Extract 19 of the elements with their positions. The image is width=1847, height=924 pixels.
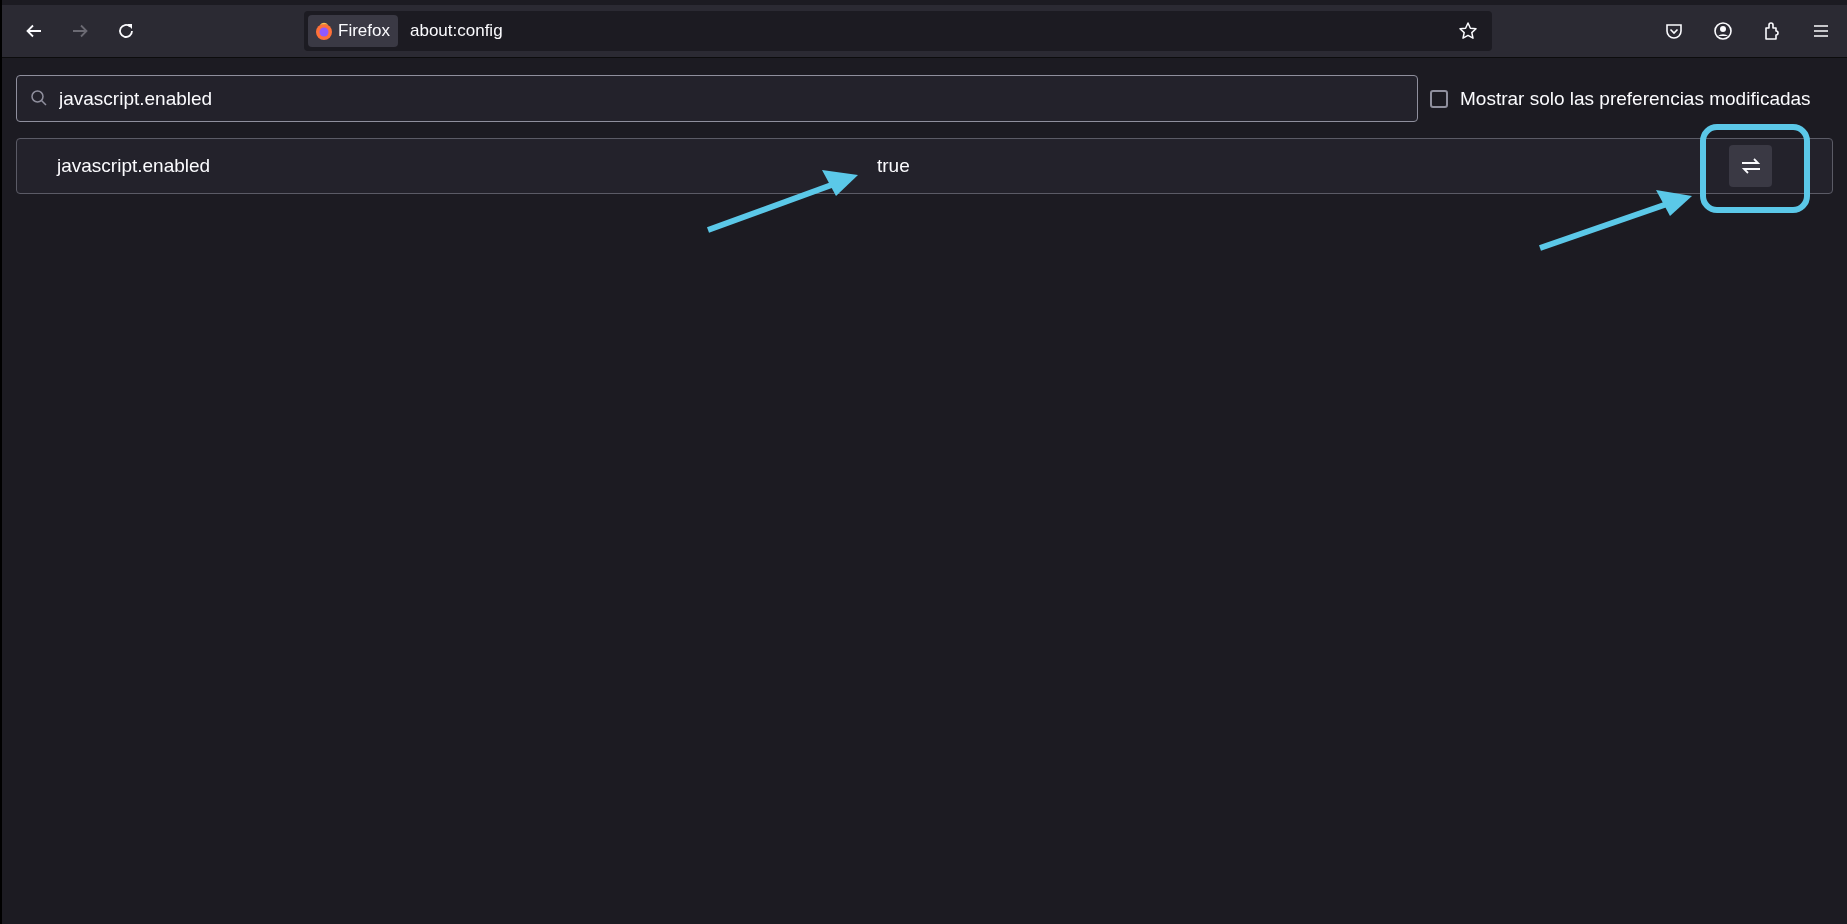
account-icon[interactable] — [1713, 21, 1733, 41]
extensions-icon[interactable] — [1762, 21, 1782, 41]
bookmark-star-icon[interactable] — [1458, 21, 1478, 41]
identity-box[interactable]: Firefox — [308, 15, 398, 47]
preference-value: true — [877, 155, 911, 177]
reload-icon — [117, 22, 135, 40]
preference-name: javascript.enabled — [57, 155, 212, 177]
url-text: about:config — [409, 21, 504, 41]
checkbox[interactable] — [1430, 89, 1448, 108]
toggle-button[interactable] — [1729, 145, 1772, 187]
pocket-icon[interactable] — [1664, 21, 1684, 41]
address-bar[interactable]: Firefox about:config — [304, 11, 1492, 51]
back-arrow-icon — [25, 22, 43, 40]
search-icon — [30, 89, 48, 107]
checkbox-label: Mostrar solo las preferencias modificadas — [1460, 87, 1811, 110]
forward-arrow-icon — [71, 22, 89, 40]
swap-arrows-icon — [1739, 157, 1762, 175]
search-field[interactable]: javascript.enabled — [16, 75, 1418, 122]
browser-logo-icon — [314, 21, 334, 41]
